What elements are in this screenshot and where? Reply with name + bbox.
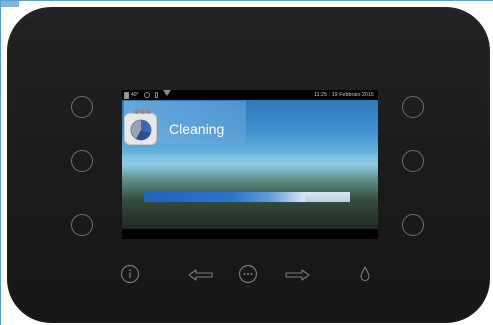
info-icon xyxy=(120,264,140,284)
arrow-left-icon xyxy=(188,269,213,281)
status-bar: 40° 11:25 : 19 Febbraio 2015 xyxy=(122,90,378,100)
info-button[interactable] xyxy=(120,264,140,289)
dot-icon xyxy=(140,109,145,114)
temperature-readout: 40° xyxy=(131,92,139,98)
corner-tab xyxy=(1,1,19,7)
right-button-1[interactable] xyxy=(402,96,424,118)
left-button-1[interactable] xyxy=(71,96,93,118)
arrow-right-button[interactable] xyxy=(284,268,310,286)
right-button-3[interactable] xyxy=(402,214,424,236)
frame: 40° 11:25 : 19 Febbraio 2015 Cleaning xyxy=(0,0,493,325)
display-screen: 40° 11:25 : 19 Febbraio 2015 Cleaning xyxy=(122,90,378,239)
screen-title: Cleaning xyxy=(169,121,225,137)
datetime-readout: 11:25 : 19 Febbraio 2015 xyxy=(314,92,374,98)
water-drop-button[interactable] xyxy=(359,265,371,287)
left-button-3[interactable] xyxy=(71,214,93,236)
arrow-left-button[interactable] xyxy=(188,268,214,286)
progress-fill xyxy=(144,192,305,202)
right-button-2[interactable] xyxy=(402,150,424,172)
dot-icon xyxy=(146,109,151,114)
water-drop-icon xyxy=(360,265,370,282)
status-icons: 40° xyxy=(124,90,171,100)
progress-bar xyxy=(144,192,350,202)
screen-content: Cleaning xyxy=(122,100,378,229)
pie-gauge-icon xyxy=(130,119,152,141)
menu-dots-icon xyxy=(238,264,258,284)
dot-icon xyxy=(134,109,139,114)
cleaning-icon xyxy=(124,109,157,145)
signal-icon xyxy=(162,90,171,100)
person-icon xyxy=(154,92,158,98)
device-panel: 40° 11:25 : 19 Febbraio 2015 Cleaning xyxy=(7,7,490,323)
screen-bottom-strip xyxy=(122,229,378,239)
arrow-right-icon xyxy=(285,269,310,281)
left-button-2[interactable] xyxy=(71,150,93,172)
clock-icon xyxy=(143,92,150,98)
tank-icon xyxy=(124,91,129,99)
menu-button[interactable] xyxy=(238,264,258,289)
